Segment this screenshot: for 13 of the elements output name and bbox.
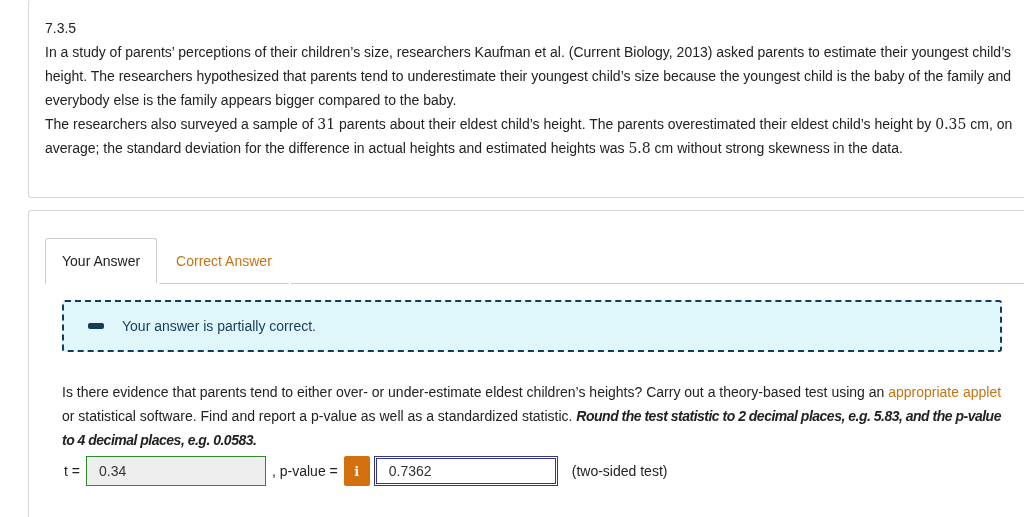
minus-icon [88,323,104,329]
t-input-field[interactable]: 0.34 [85,456,266,486]
applet-link[interactable]: appropriate applet [888,384,1002,400]
t-label: t = [63,463,81,479]
problem-number: 7.3.5 [45,19,78,38]
p-value-input-field[interactable]: 0.7362 [373,456,558,486]
answer-tab[interactable]: Your Answer [45,238,158,284]
problem-text: In a study of parents’ perceptions of their children’s size, researchers Kaufman et al. (Current Biology, 2013) asked parents to estimate their youngest child’s height. The researchers hypothesized that parents tend to underestimate their youngest child’s size because the youngest child is the baby of the family and everybody else is the family appears bigger compared to the baby. [45,43,1013,110]
feedback-message: Your answer is partially correct. [122,318,316,334]
question-text: Is there evidence that parents tend to either over- or under-estimate eldest children’s heights? Carry out a theory-based test using an appropriate applet or statistical software. Find and report a p-value as well as a standardized statistic. Round the test statistic to 2 decimal places, e.g. 5.83, and the p-value to 4 decimal places, e.g. 0.0583. [62,383,1002,450]
test-note: (two-sided test) [570,463,669,479]
problem-text: The researchers also surveyed a sample of 31 parents about their eldest child’s height. The parents overestimated their eldest child’s height by 0.35 cm, on average; the standard deviation for the difference in actual heights and estimated heights was 5.8 cm without strong skewness in the data. [45,115,1014,158]
p-value-label: , p-value = [270,463,339,479]
